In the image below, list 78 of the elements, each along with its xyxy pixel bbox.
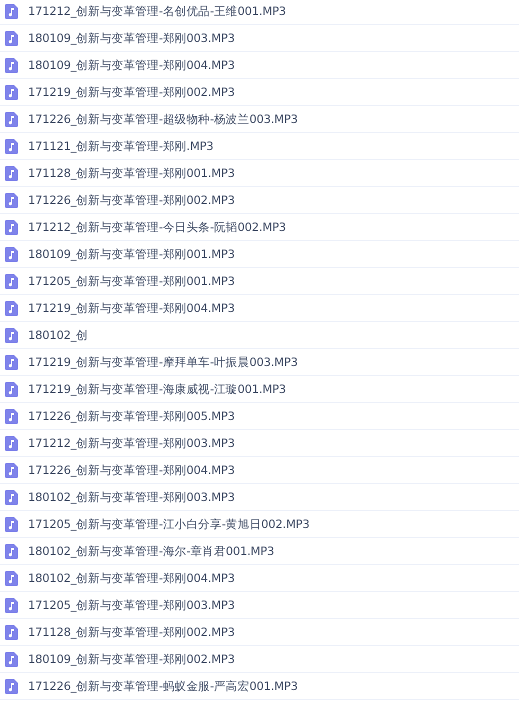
file-row[interactable]: 180102_创新与变革管理-郑刚004.MP3	[0, 565, 519, 592]
file-row[interactable]: 180102_创新与变革管理-郑刚003.MP3	[0, 484, 519, 511]
file-name: 180109_创新与变革管理-郑刚001.MP3	[28, 246, 235, 262]
music-file-icon	[5, 462, 18, 478]
file-name: 180109_创新与变革管理-郑刚003.MP3	[28, 30, 235, 46]
music-file-icon	[5, 112, 18, 126]
file-name: 171219_创新与变革管理-郑刚002.MP3	[28, 84, 235, 100]
music-file-icon	[5, 274, 18, 288]
music-file-icon	[5, 678, 18, 694]
music-file-icon	[5, 192, 18, 208]
file-name: 171226_创新与变革管理-蚂蚁金服-严高宏001.MP3	[28, 678, 298, 694]
file-name: 180109_创新与变革管理-郑刚002.MP3	[28, 652, 235, 666]
music-file-icon	[5, 30, 18, 46]
music-file-icon	[5, 624, 18, 640]
file-row[interactable]: 171121_创新与变革管理-郑刚.MP3	[0, 133, 519, 160]
music-file-icon	[5, 516, 18, 532]
file-row[interactable]: 171226_创新与变革管理-郑刚004.MP3	[0, 457, 519, 484]
music-file-icon	[5, 328, 18, 342]
file-name: 171219_创新与变革管理-摩拜单车-叶振晨003.MP3	[28, 354, 298, 370]
music-file-icon	[5, 490, 18, 504]
music-file-icon	[5, 354, 18, 370]
file-name: 171212_创新与变革管理-郑刚003.MP3	[28, 436, 235, 450]
file-name: 180102_创新与变革管理-海尔-章肖君001.MP3	[28, 544, 274, 558]
file-row[interactable]: 171219_创新与变革管理-郑刚002.MP3	[0, 79, 519, 106]
file-name: 180102_创	[28, 328, 88, 342]
file-row[interactable]: 171226_创新与变革管理-超级物种-杨波兰003.MP3	[0, 106, 519, 133]
file-name: 180102_创新与变革管理-郑刚003.MP3	[28, 490, 235, 504]
file-row[interactable]: 171205_创新与变革管理-郑刚003.MP3	[0, 592, 519, 619]
file-name: 171219_创新与变革管理-海康威视-江璇001.MP3	[28, 382, 286, 396]
file-row[interactable]: 171128_创新与变革管理-郑刚002.MP3	[0, 619, 519, 646]
music-file-icon	[5, 408, 18, 424]
file-row[interactable]: 171212_创新与变革管理-郑刚003.MP3	[0, 430, 519, 457]
file-name: 180102_创新与变革管理-郑刚004.MP3	[28, 570, 235, 586]
music-file-icon	[5, 570, 18, 586]
file-name: 171212_创新与变革管理-名创优品-王维001.MP3	[28, 4, 286, 18]
file-row[interactable]: 180109_创新与变革管理-郑刚004.MP3	[0, 52, 519, 79]
file-row[interactable]: 180109_创新与变革管理-郑刚002.MP3	[0, 646, 519, 673]
file-name: 171121_创新与变革管理-郑刚.MP3	[28, 138, 214, 154]
file-row[interactable]: 171128_创新与变革管理-郑刚001.MP3	[0, 160, 519, 187]
file-row[interactable]: 171219_创新与变革管理-郑刚004.MP3	[0, 295, 519, 322]
file-row[interactable]: 171205_创新与变革管理-江小白分享-黄旭日002.MP3	[0, 511, 519, 538]
file-row[interactable]: 171226_创新与变革管理-郑刚002.MP3	[0, 187, 519, 214]
file-row[interactable]: 171212_创新与变革管理-名创优品-王维001.MP3	[0, 0, 519, 25]
file-name: 171128_创新与变革管理-郑刚002.MP3	[28, 624, 235, 640]
music-file-icon	[5, 544, 18, 558]
file-row[interactable]: 171212_创新与变革管理-今日头条-阮韬002.MP3	[0, 214, 519, 241]
file-name: 171205_创新与变革管理-郑刚001.MP3	[28, 274, 235, 288]
music-file-icon	[5, 138, 18, 154]
file-name: 171226_创新与变革管理-郑刚002.MP3	[28, 192, 235, 208]
file-row[interactable]: 180102_创	[0, 322, 519, 349]
file-name: 171226_创新与变革管理-郑刚004.MP3	[28, 462, 235, 478]
file-name: 171219_创新与变革管理-郑刚004.MP3	[28, 300, 235, 316]
file-name: 171205_创新与变革管理-郑刚003.MP3	[28, 598, 235, 612]
music-file-icon	[5, 4, 18, 18]
music-file-icon	[5, 84, 18, 100]
music-file-icon	[5, 246, 18, 262]
file-name: 180109_创新与变革管理-郑刚004.MP3	[28, 58, 235, 72]
file-row[interactable]: 180102_创新与变革管理-海尔-章肖君001.MP3	[0, 538, 519, 565]
file-row[interactable]: 171226_创新与变革管理-蚂蚁金服-严高宏001.MP3	[0, 673, 519, 700]
music-file-icon	[5, 300, 18, 316]
file-name: 171226_创新与变革管理-超级物种-杨波兰003.MP3	[28, 112, 298, 126]
file-name: 171226_创新与变革管理-郑刚005.MP3	[28, 408, 235, 424]
music-file-icon	[5, 58, 18, 72]
file-row[interactable]: 171226_创新与变革管理-郑刚005.MP3	[0, 403, 519, 430]
file-row[interactable]: 171205_创新与变革管理-郑刚001.MP3	[0, 268, 519, 295]
file-row[interactable]: 171219_创新与变革管理-海康威视-江璇001.MP3	[0, 376, 519, 403]
music-file-icon	[5, 436, 18, 450]
music-file-icon	[5, 598, 18, 612]
music-file-icon	[5, 166, 18, 180]
file-row[interactable]: 180109_创新与变革管理-郑刚001.MP3	[0, 241, 519, 268]
file-row[interactable]: 180109_创新与变革管理-郑刚003.MP3	[0, 25, 519, 52]
music-file-icon	[5, 652, 18, 666]
file-name: 171205_创新与变革管理-江小白分享-黄旭日002.MP3	[28, 516, 310, 532]
file-name: 171212_创新与变革管理-今日头条-阮韬002.MP3	[28, 220, 286, 234]
file-name: 171128_创新与变革管理-郑刚001.MP3	[28, 166, 235, 180]
file-row[interactable]: 171219_创新与变革管理-摩拜单车-叶振晨003.MP3	[0, 349, 519, 376]
music-file-icon	[5, 220, 18, 234]
music-file-icon	[5, 382, 18, 396]
